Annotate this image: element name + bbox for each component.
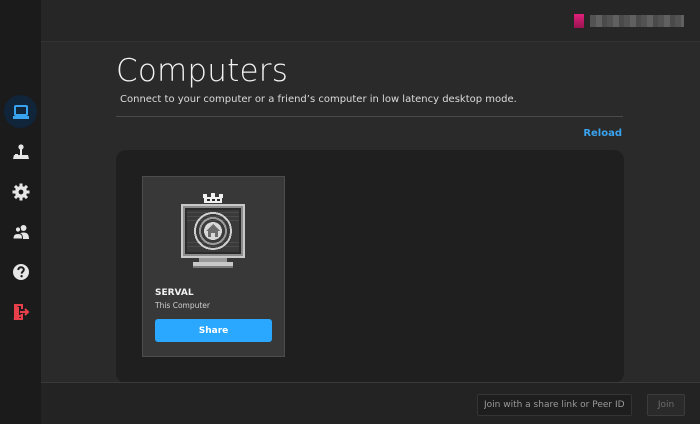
computer-icon (12, 104, 29, 119)
computers-panel: SERVAL This Computer Share (116, 150, 624, 383)
sidebar (0, 0, 41, 424)
account-menu[interactable] (574, 14, 684, 28)
sidebar-item-logout[interactable] (4, 295, 37, 328)
divider (116, 116, 623, 117)
page-subtitle: Connect to your computer or a friend’s c… (120, 94, 517, 105)
top-bar (41, 0, 700, 42)
computer-card[interactable]: SERVAL This Computer Share (142, 176, 285, 357)
computer-name: SERVAL (155, 288, 194, 298)
sidebar-item-help[interactable] (4, 255, 37, 288)
logout-icon (13, 303, 29, 320)
join-input[interactable] (477, 394, 632, 416)
join-bar: Join (41, 382, 700, 424)
sidebar-item-friends[interactable] (4, 215, 37, 248)
joystick-icon (12, 143, 29, 159)
avatar (574, 14, 584, 28)
share-button[interactable]: Share (155, 319, 272, 342)
join-button[interactable]: Join (647, 394, 685, 416)
computer-subtitle: This Computer (155, 301, 210, 310)
reload-link[interactable]: Reload (583, 128, 622, 139)
pixel-monitor-home-icon (181, 193, 245, 268)
main-content: Computers Connect to your computer or a … (41, 43, 700, 383)
sidebar-item-settings[interactable] (4, 175, 37, 208)
account-name (590, 15, 684, 27)
sidebar-item-arcade[interactable] (4, 135, 37, 168)
page-title: Computers (116, 53, 289, 89)
help-icon (12, 263, 29, 280)
users-icon (11, 224, 29, 239)
crown-icon (203, 193, 223, 203)
gear-icon (12, 183, 29, 200)
sidebar-item-computers[interactable] (4, 95, 37, 128)
